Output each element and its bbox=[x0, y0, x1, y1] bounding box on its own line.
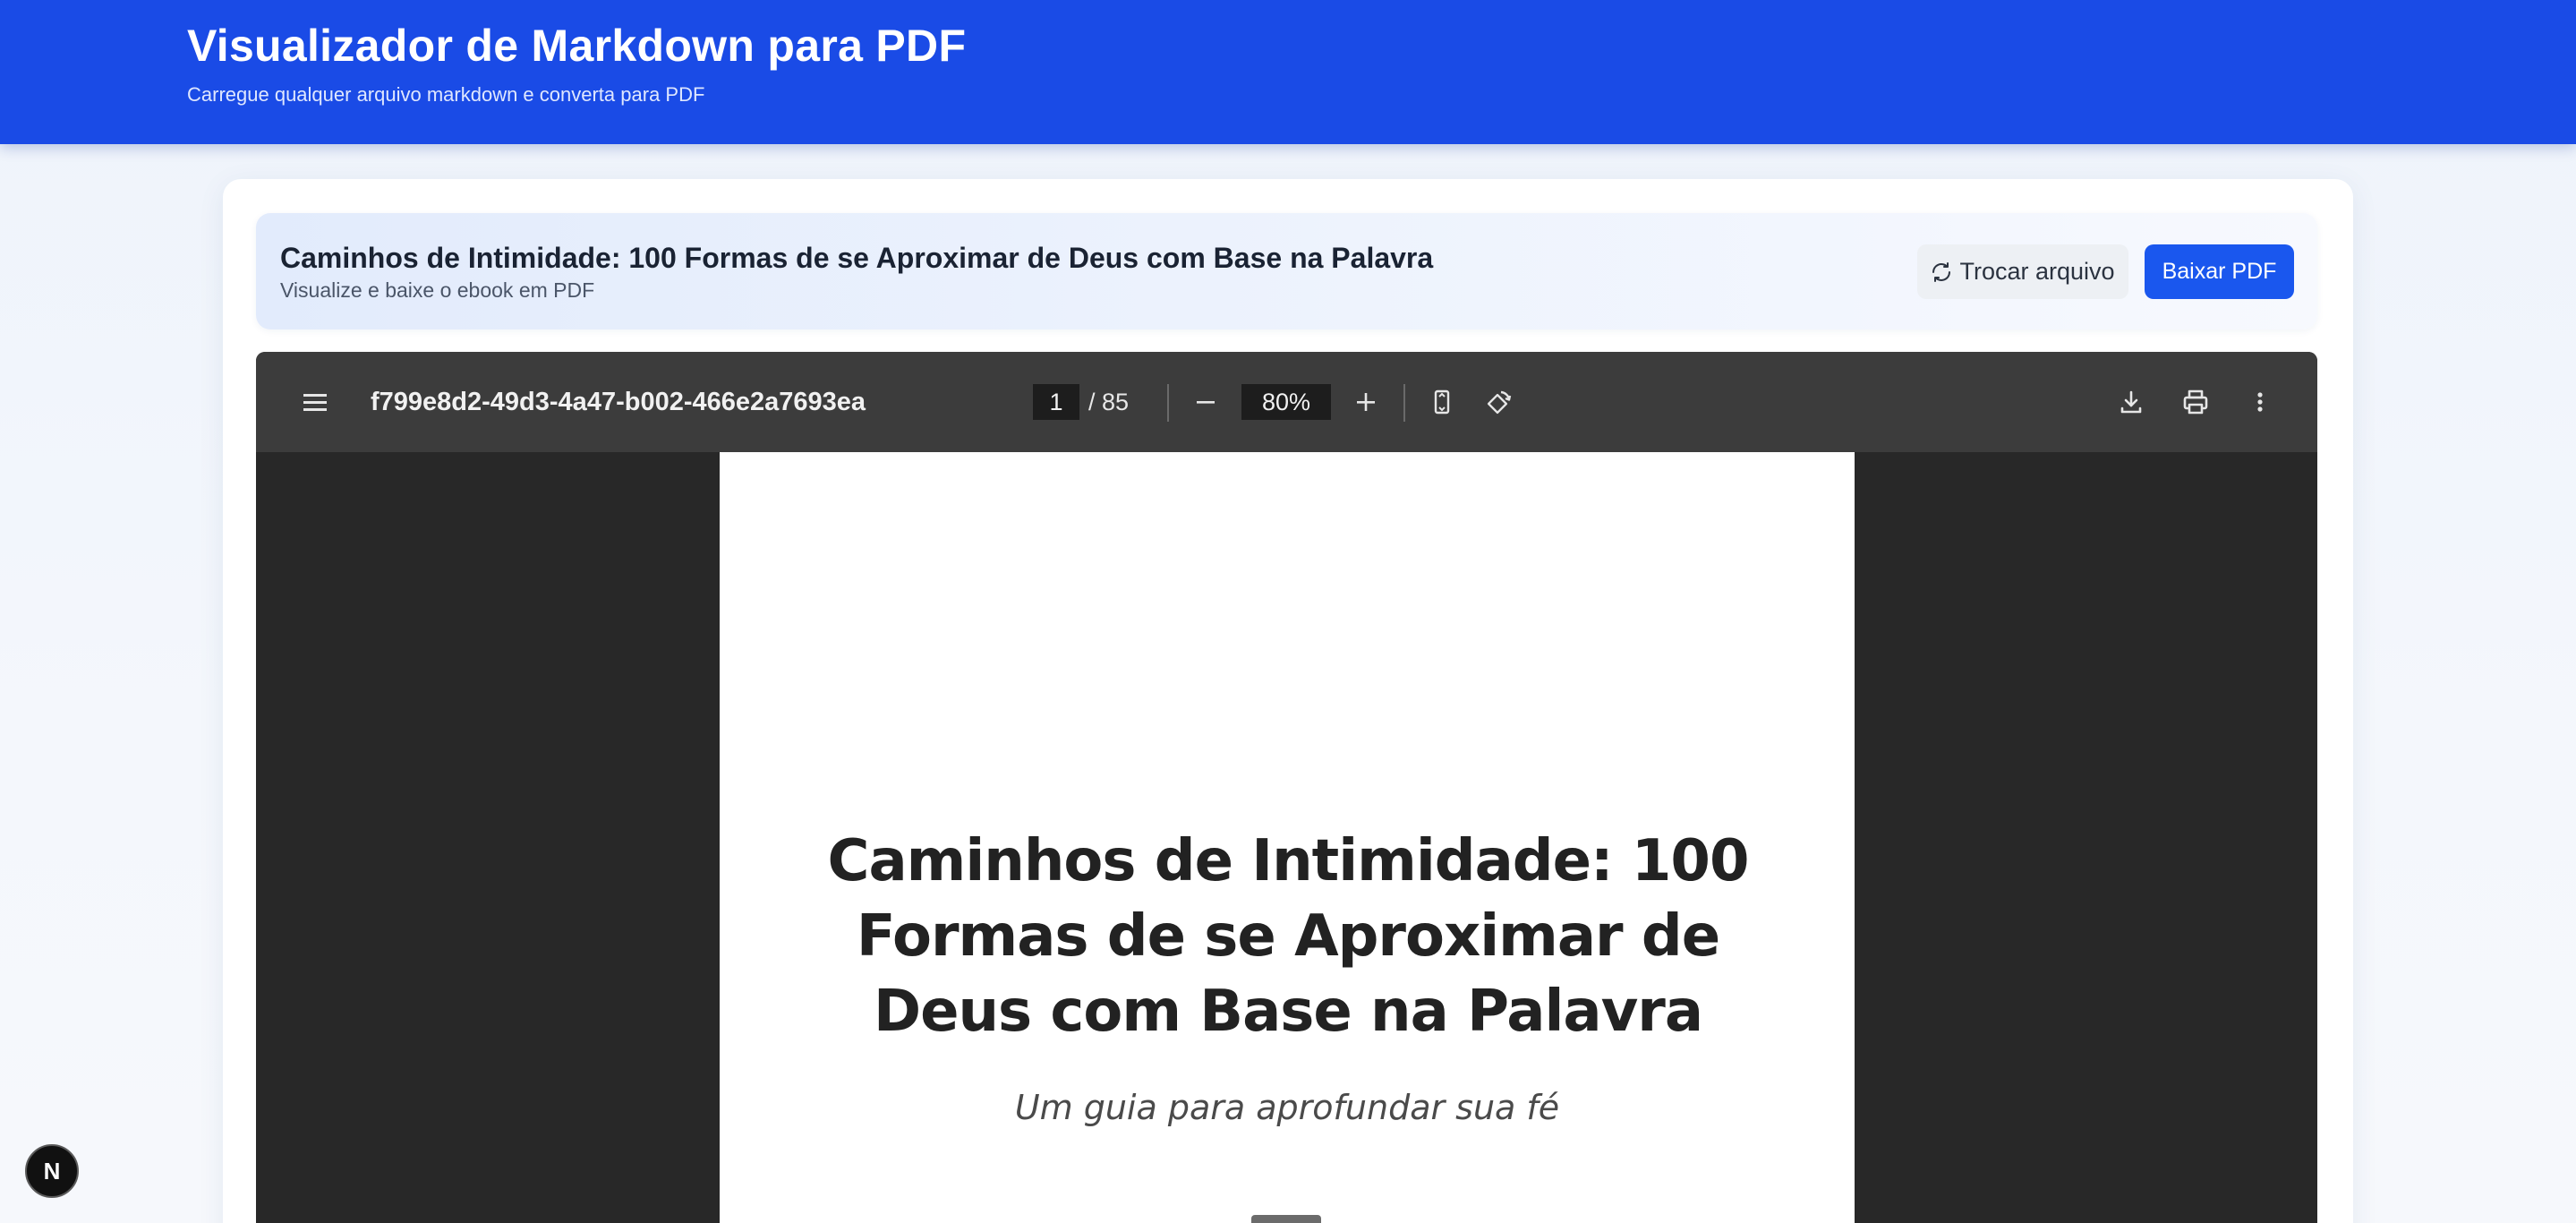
document-title: Caminhos de Intimidade: 100 Formas de se… bbox=[280, 242, 1434, 274]
refresh-icon bbox=[1931, 261, 1952, 283]
download-pdf-button[interactable]: Baixar PDF bbox=[2145, 244, 2294, 299]
page-number-input[interactable] bbox=[1033, 384, 1079, 420]
page-scroll-marker bbox=[1251, 1215, 1321, 1223]
app-header: Visualizador de Markdown para PDF Carreg… bbox=[0, 0, 2576, 144]
more-vertical-icon[interactable] bbox=[2242, 384, 2278, 420]
pdf-page: Caminhos de Intimidade: 100 Formas de se… bbox=[720, 452, 1855, 1223]
swap-file-button[interactable]: Trocar arquivo bbox=[1917, 244, 2128, 299]
fit-page-icon[interactable] bbox=[1424, 384, 1460, 420]
hamburger-menu-icon[interactable] bbox=[299, 386, 331, 418]
rotate-icon[interactable] bbox=[1480, 384, 1516, 420]
print-icon[interactable] bbox=[2178, 384, 2213, 420]
zoom-input[interactable] bbox=[1241, 384, 1331, 420]
toolbar-divider bbox=[1167, 384, 1169, 422]
dev-tools-badge[interactable]: N bbox=[25, 1144, 79, 1198]
toolbar-divider bbox=[1403, 384, 1405, 422]
document-subtitle: Visualize e baixe o ebook em PDF bbox=[280, 278, 595, 302]
page-total: / 85 bbox=[1088, 389, 1130, 415]
pdf-filename: f799e8d2-49d3-4a47-b002-466e2a7693ea bbox=[371, 388, 866, 416]
document-info-bar: Caminhos de Intimidade: 100 Formas de se… bbox=[256, 213, 2317, 329]
zoom-in-icon[interactable] bbox=[1348, 384, 1384, 420]
pdf-page-subtitle: Um guia para aprofundar sua fé bbox=[1014, 1088, 1560, 1127]
app-title: Visualizador de Markdown para PDF bbox=[187, 21, 967, 71]
app-subtitle: Carregue qualquer arquivo markdown e con… bbox=[187, 83, 705, 106]
download-icon[interactable] bbox=[2113, 384, 2149, 420]
swap-file-label: Trocar arquivo bbox=[1959, 258, 2115, 285]
pdf-page-title: Caminhos de Intimidade: 100 Formas de se… bbox=[827, 828, 1750, 1045]
zoom-out-icon[interactable] bbox=[1188, 384, 1224, 420]
pdf-viewer: f799e8d2-49d3-4a47-b002-466e2a7693ea / 8… bbox=[256, 352, 2317, 1223]
pdf-toolbar: f799e8d2-49d3-4a47-b002-466e2a7693ea / 8… bbox=[256, 352, 2317, 452]
